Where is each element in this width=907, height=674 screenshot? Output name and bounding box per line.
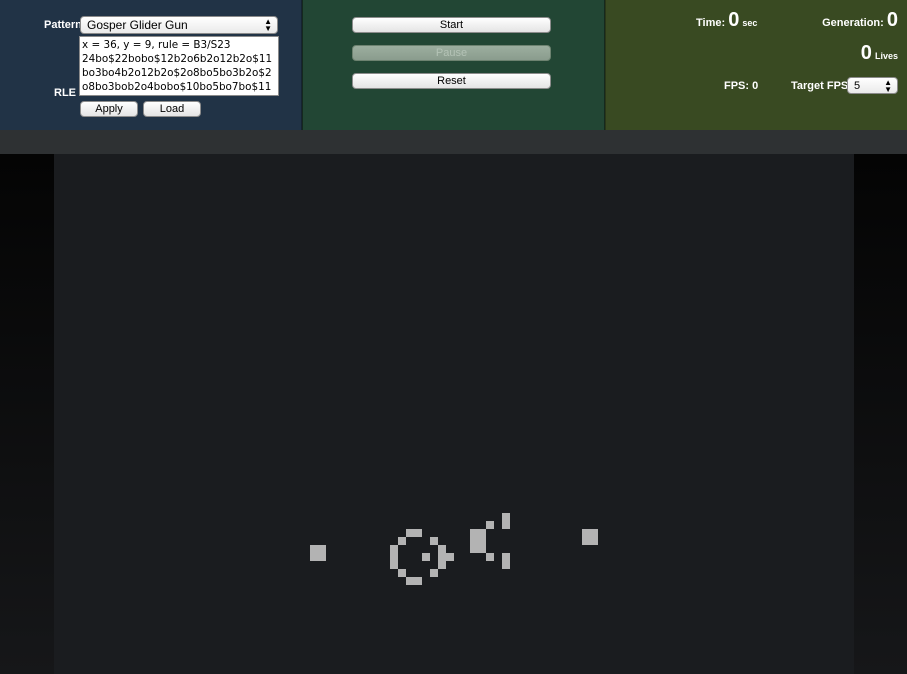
live-cell[interactable] (430, 537, 438, 545)
live-cell[interactable] (438, 553, 446, 561)
pattern-label: Pattern (44, 19, 82, 31)
reset-button[interactable]: Reset (352, 73, 551, 89)
load-button[interactable]: Load (143, 101, 201, 117)
live-cell[interactable] (414, 577, 422, 585)
generation-value: 0 (886, 9, 898, 31)
live-cell[interactable] (398, 537, 406, 545)
live-cell[interactable] (470, 545, 478, 553)
select-arrows-icon: ▲ ▼ (264, 17, 272, 33)
live-cell[interactable] (422, 553, 430, 561)
pattern-select-value: Gosper Glider Gun (87, 18, 188, 32)
target-fps-label: Target FPS (791, 80, 849, 92)
fps-value: 0 (752, 80, 759, 92)
live-cell[interactable] (310, 553, 318, 561)
live-cell[interactable] (582, 537, 590, 545)
live-cell[interactable] (478, 529, 486, 537)
live-cell[interactable] (390, 561, 398, 569)
select-arrows-icon: ▲ ▼ (884, 78, 892, 94)
time-label: Time: (696, 17, 726, 29)
generation-readout: Generation: 0 (822, 9, 898, 32)
live-cell[interactable] (414, 529, 422, 537)
live-cell[interactable] (478, 537, 486, 545)
pause-button[interactable]: Pause (352, 45, 551, 61)
live-cell[interactable] (582, 529, 590, 537)
cell-grid (310, 513, 598, 585)
playback-panel: Start Pause Reset (302, 0, 605, 130)
live-cell[interactable] (310, 545, 318, 553)
live-cell[interactable] (406, 529, 414, 537)
live-cell[interactable] (470, 537, 478, 545)
live-cell[interactable] (318, 545, 326, 553)
live-cell[interactable] (590, 529, 598, 537)
apply-button[interactable]: Apply (80, 101, 138, 117)
live-cell[interactable] (486, 521, 494, 529)
live-cell[interactable] (446, 553, 454, 561)
live-cell[interactable] (502, 513, 510, 521)
left-margin (0, 154, 54, 674)
live-cell[interactable] (470, 529, 478, 537)
toolbar-divider (0, 130, 907, 154)
time-value: 0 (728, 9, 740, 31)
target-fps-select-value: 5 (854, 80, 861, 92)
live-cell[interactable] (478, 545, 486, 553)
live-cell[interactable] (502, 553, 510, 561)
lives-value: 0 (860, 42, 872, 64)
rle-label: RLE (54, 87, 76, 99)
time-unit: sec (742, 18, 758, 28)
game-board[interactable] (54, 154, 854, 674)
lives-readout: 0 Lives (861, 42, 898, 65)
time-readout: Time: 0 sec (696, 9, 757, 32)
target-fps-select[interactable]: 5 ▲ ▼ (847, 77, 898, 94)
live-cell[interactable] (438, 545, 446, 553)
pattern-panel: Pattern Gosper Glider Gun ▲▼ RLE Apply L… (0, 0, 302, 130)
live-cell[interactable] (502, 521, 510, 529)
live-cell[interactable] (318, 553, 326, 561)
live-cell[interactable] (406, 577, 414, 585)
rle-textarea[interactable] (79, 36, 279, 96)
stats-panel: Time: 0 sec Generation: 0 0 Lives FPS: 0… (605, 0, 907, 130)
fps-label: FPS: (724, 80, 750, 92)
live-cell[interactable] (398, 569, 406, 577)
right-margin (854, 154, 907, 674)
live-cell[interactable] (430, 569, 438, 577)
start-button[interactable]: Start (352, 17, 551, 33)
fps-readout: FPS: 0 (724, 80, 758, 92)
live-cell[interactable] (486, 553, 494, 561)
lives-label: Lives (874, 51, 898, 61)
live-cell[interactable] (390, 553, 398, 561)
live-cell[interactable] (390, 545, 398, 553)
live-cell[interactable] (590, 537, 598, 545)
live-cell[interactable] (502, 561, 510, 569)
pattern-select[interactable]: Gosper Glider Gun ▲ ▼ (80, 16, 278, 34)
generation-label: Generation: (822, 17, 884, 29)
live-cell[interactable] (438, 561, 446, 569)
